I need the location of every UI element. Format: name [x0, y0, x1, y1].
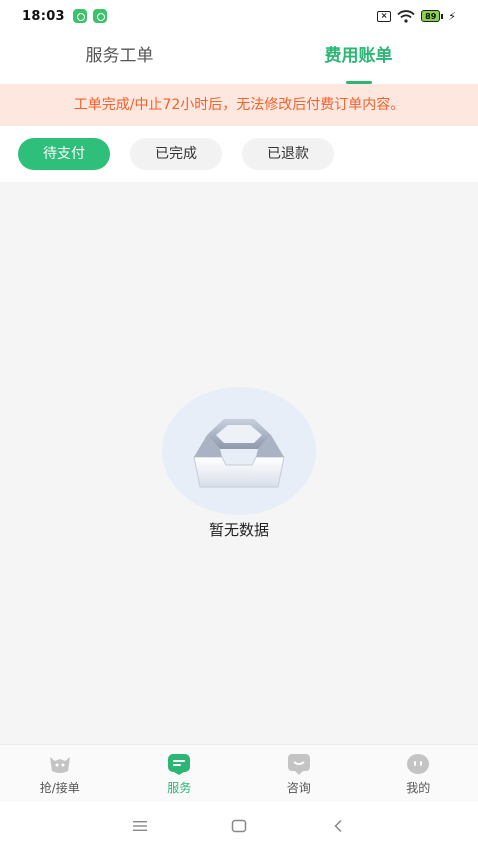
menu-icon[interactable]: [128, 814, 152, 838]
empty-state-label: 暂无数据: [208, 521, 269, 539]
top-tabs: 服务工单 费用账单: [0, 34, 478, 84]
empty-box-icon: [162, 387, 316, 515]
nav-label: 我的: [406, 781, 431, 795]
nav-consult[interactable]: 咨询: [239, 745, 359, 802]
status-filters: 待支付 已完成 已退款: [0, 126, 478, 182]
empty-state: 暂无数据: [0, 387, 478, 540]
battery-indicator: 89: [421, 10, 444, 22]
status-time: 18:03: [22, 8, 65, 24]
notice-banner: 工单完成/中止72小时后，无法修改后付费订单内容。: [0, 84, 478, 126]
tab-service-orders[interactable]: 服务工单: [0, 34, 239, 84]
tab-fee-bills[interactable]: 费用账单: [239, 34, 478, 84]
filter-pending-payment[interactable]: 待支付: [18, 138, 110, 170]
bottom-navigation: 抢/接单 服务 咨询 我的: [0, 744, 478, 802]
back-icon[interactable]: [326, 814, 350, 838]
wifi-icon: [397, 9, 415, 23]
home-icon[interactable]: [227, 814, 251, 838]
nav-service[interactable]: 服务: [120, 745, 240, 802]
app-notification-icon: [92, 9, 107, 23]
no-sim-icon: ×: [377, 10, 392, 22]
charging-icon: ⚡: [448, 9, 456, 23]
service-icon: [168, 754, 191, 775]
nav-label: 抢/接单: [39, 781, 80, 795]
status-indicators: × 89 ⚡: [377, 10, 456, 23]
consult-icon: [287, 754, 310, 775]
nav-grab-order[interactable]: 抢/接单: [0, 745, 120, 802]
filter-completed[interactable]: 已完成: [130, 138, 222, 170]
profile-icon: [407, 754, 430, 774]
status-bar: 18:03 × 89 ⚡: [0, 0, 478, 32]
filter-refunded[interactable]: 已退款: [242, 138, 334, 170]
nav-label: 服务: [167, 781, 192, 795]
grab-order-icon: [49, 757, 70, 773]
system-navigation-bar: [0, 802, 478, 850]
nav-profile[interactable]: 我的: [359, 745, 478, 802]
app-notification-icon: [72, 9, 87, 23]
bill-list: 暂无数据: [0, 182, 478, 744]
nav-label: 咨询: [286, 781, 311, 795]
